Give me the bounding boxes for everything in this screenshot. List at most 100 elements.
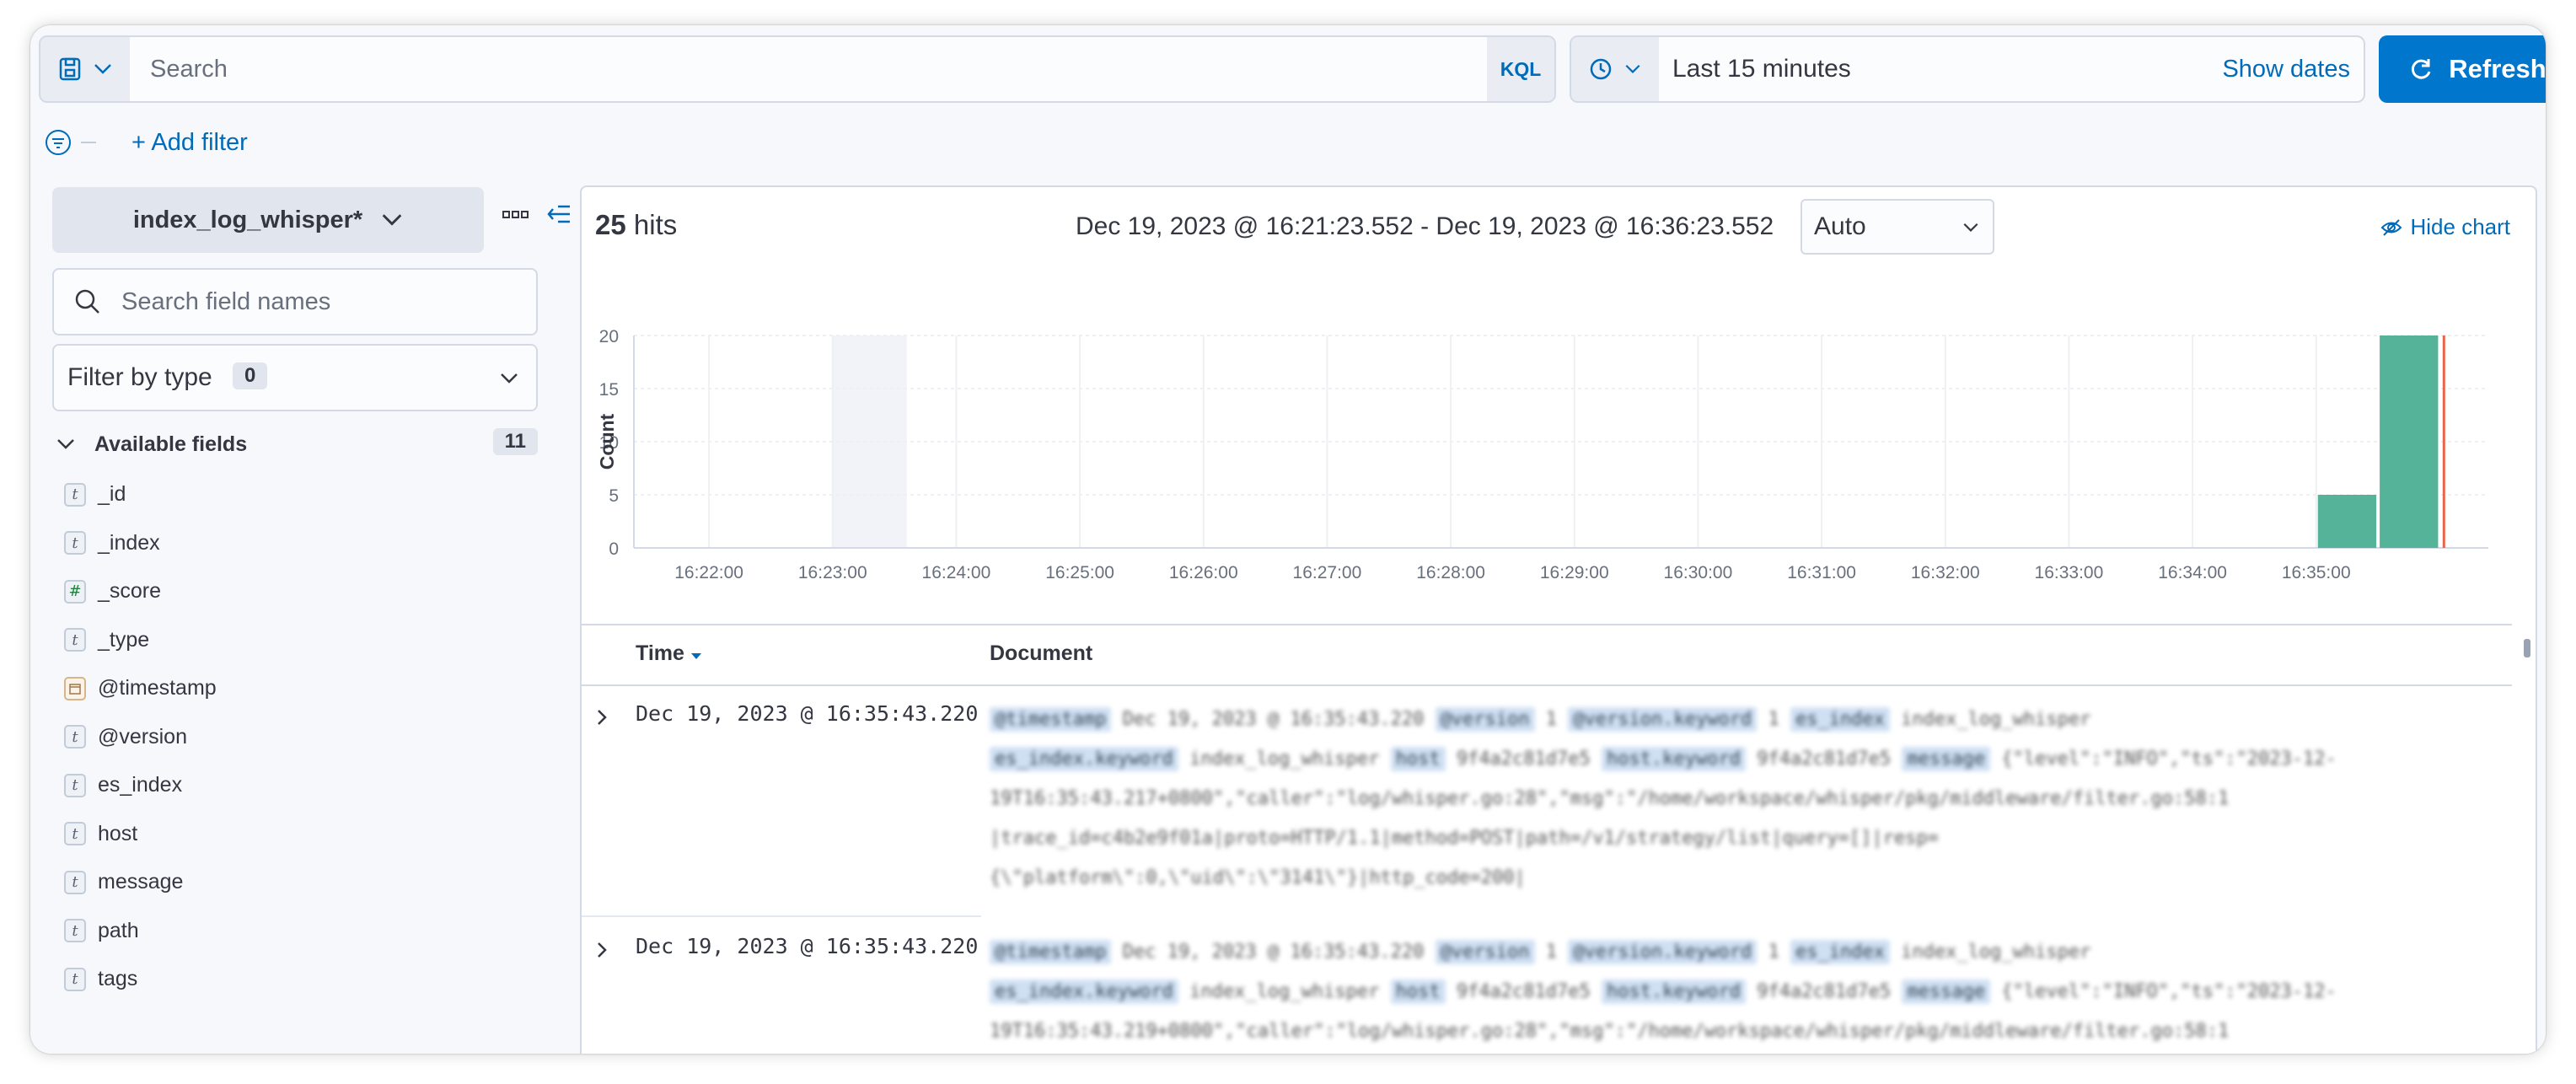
string-type-icon: t [64,967,86,991]
field-item[interactable]: t message [64,858,217,907]
x-tick-label: 16:29:00 [1540,563,1609,582]
field-item[interactable]: t tags [64,955,217,1004]
y-tick-label: 0 [609,539,619,559]
expand-row-icon[interactable] [595,941,609,959]
field-search-input[interactable]: Search field names [52,268,538,335]
field-item[interactable]: t _id [64,470,217,519]
refresh-button[interactable]: Refresh [2379,35,2546,103]
field-name: host [98,821,138,845]
available-fields-header[interactable]: Available fields 11 [56,423,541,465]
x-tick-label: 16:25:00 [1045,563,1114,582]
x-tick-label: 16:22:00 [674,563,743,582]
row-timestamp: Dec 19, 2023 @ 16:35:43.220 [636,934,979,958]
y-tick-label: 5 [609,486,619,506]
show-dates-link[interactable]: Show dates [2222,37,2350,101]
chart-time-range: Dec 19, 2023 @ 16:21:23.552 - Dec 19, 20… [1076,212,1774,240]
query-bar: Search KQL [39,35,1556,103]
string-type-icon: t [64,919,86,943]
field-item[interactable]: t @version [64,713,217,762]
collapse-sidebar-icon[interactable] [546,202,572,226]
hits-label: hits [633,209,678,240]
x-tick-label: 16:31:00 [1787,563,1856,582]
field-item[interactable]: @timestamp [64,664,217,713]
quick-select-button[interactable] [1571,37,1659,101]
number-type-icon: # [64,579,86,604]
scrollbar-thumb[interactable] [2524,639,2530,657]
field-item[interactable]: t _type [64,616,217,665]
x-tick-label: 16:26:00 [1169,563,1238,582]
hits-count: 25 hits [595,209,677,241]
field-name: tags [98,967,138,991]
x-tick-label: 16:27:00 [1293,563,1362,582]
field-name: @timestamp [98,676,217,700]
x-tick-label: 16:28:00 [1416,563,1485,582]
index-pattern-selector[interactable]: index_log_whisper* [52,187,484,253]
chevron-down-icon [1963,223,1978,232]
field-item[interactable]: t host [64,810,217,859]
row-timestamp: Dec 19, 2023 @ 16:35:43.220 [636,701,979,726]
y-axis-title: Count [596,413,618,470]
saved-query-button[interactable] [40,37,130,101]
chevron-down-icon [94,64,111,74]
x-tick-label: 16:32:00 [1911,563,1980,582]
filter-row: + Add filter [44,121,248,164]
field-name: _index [98,530,160,555]
hide-chart-button[interactable]: Hide chart [2380,214,2510,240]
field-name: _type [98,627,150,652]
histogram-chart: 0510152016:22:00 16:23:00 16:24:00 16:25:00… [596,327,2488,582]
field-item[interactable]: t path [64,907,217,956]
time-column-header[interactable]: Time [636,625,702,681]
sort-down-icon[interactable] [690,652,702,660]
chevron-down-icon [1625,64,1640,73]
filter-by-type-button[interactable]: Filter by type 0 [52,344,538,411]
string-type-icon: t [64,531,86,555]
x-tick-label: 16:24:00 [922,563,991,582]
filter-count-badge: 0 [233,362,268,389]
divider [81,142,96,143]
interval-value: Auto [1814,212,1866,240]
x-tick-label: 16:33:00 [2035,563,2104,582]
available-fields-count: 11 [492,428,538,455]
time-column-label: Time [636,641,684,665]
more-options-icon[interactable] [502,209,529,219]
field-list: t _id t _index # _score t _type @timestamp t @vers… [64,470,217,1004]
expand-row-icon[interactable] [595,708,609,727]
field-item[interactable]: # _score [64,567,217,616]
histogram-bar [2380,335,2439,548]
chevron-down-icon [501,373,518,384]
query-language-button[interactable]: KQL [1487,37,1554,101]
x-tick-label: 16:30:00 [1664,563,1733,582]
date-range-text[interactable]: Last 15 minutes [1672,37,1851,101]
row-document-redacted: @timestamp Dec 19, 2023 @ 16:35:43.220 @… [990,707,2337,888]
field-name: _score [98,579,162,604]
field-name: path [98,918,139,942]
table-row: Dec 19, 2023 @ 16:35:43.220 @timestamp D… [582,919,2512,1054]
field-item[interactable]: t es_index [64,761,217,810]
search-input[interactable]: Search [150,37,228,101]
document-table-header: Time Document [582,624,2512,686]
string-type-icon: t [64,773,86,797]
string-type-icon: t [64,482,86,507]
add-filter-button[interactable]: + Add filter [131,129,248,157]
sidebar-actions [502,202,572,226]
date-picker: Last 15 minutes Show dates [1570,35,2365,103]
index-pattern-name: index_log_whisper* [132,206,363,233]
x-tick-label: 16:23:00 [798,563,867,582]
refresh-label: Refresh [2449,54,2546,83]
document-column-header: Document [990,641,1093,665]
chevron-down-icon [57,439,74,449]
chevron-down-icon [382,214,402,226]
filter-menu-icon[interactable] [44,128,72,157]
clock-icon [1590,58,1612,80]
field-search-placeholder: Search field names [121,288,331,315]
field-item[interactable]: t _index [64,519,217,568]
hits-number: 25 [595,209,626,240]
field-name: _id [98,482,126,507]
y-tick-label: 15 [599,380,619,400]
calendar-icon [64,676,86,700]
discover-main-panel: 25 hits Dec 19, 2023 @ 16:21:23.552 - De… [580,185,2537,1054]
field-name: message [98,870,184,894]
table-row: Dec 19, 2023 @ 16:35:43.220 @timestamp D… [582,686,2512,912]
interval-select[interactable]: Auto [1801,199,1994,255]
x-tick-label: 16:34:00 [2158,563,2227,582]
